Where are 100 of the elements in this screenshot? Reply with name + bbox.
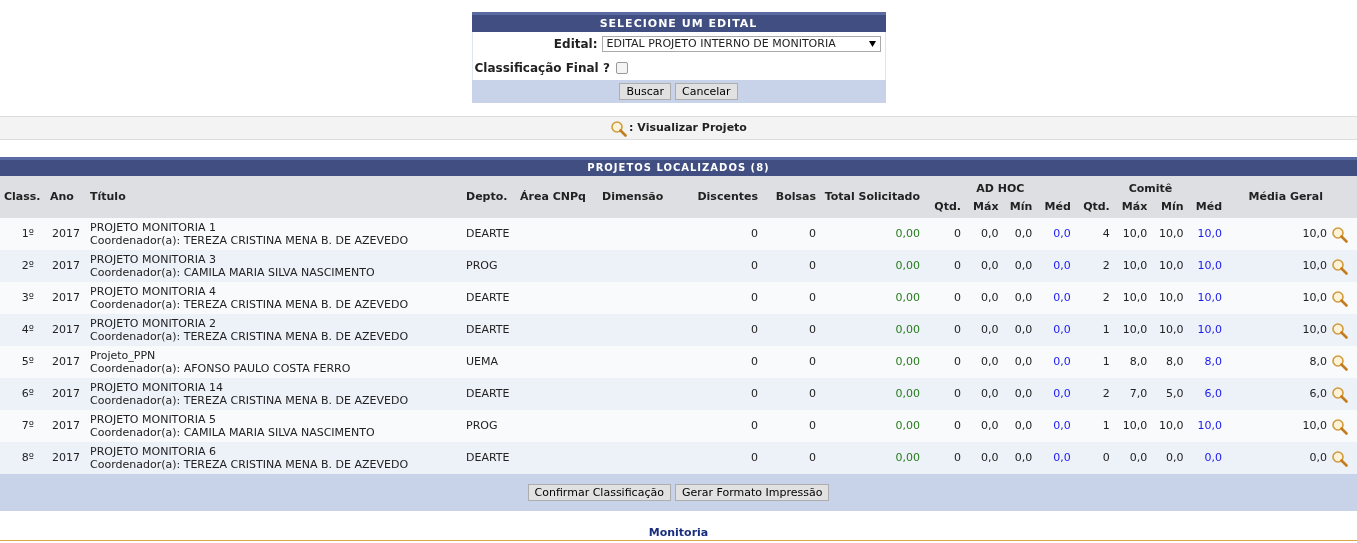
table-cell: 0 (751, 226, 758, 240)
table-cell: 0,0 (1166, 450, 1184, 464)
table-cell: 10,0 (1159, 258, 1184, 272)
table-cell: 10,0 (1197, 226, 1223, 240)
table-cell: 0 (954, 354, 961, 368)
table-cell: 0 (751, 386, 758, 400)
table-cell: 2017 (52, 258, 80, 272)
table-cell: 0,0 (1053, 258, 1071, 272)
table-cell: PROG (466, 258, 498, 272)
action-button[interactable]: Confirmar Classificação (527, 484, 671, 501)
table-cell: 0 (809, 258, 816, 272)
table-title: PROJETOS LOCALIZADOS (8) (0, 157, 1357, 176)
table-cell: 0 (751, 258, 758, 272)
table-cell: 2017 (52, 290, 80, 304)
table-cell: 0,0 (1014, 386, 1033, 400)
table-cell: 8,0 (1129, 354, 1148, 368)
coordinator-text: Coordenador(a): TEREZA CRISTINA MENA B. DE AZEVEDO (90, 330, 410, 343)
table-cell: 2 (1102, 290, 1110, 304)
table-cell: 0 (809, 290, 816, 304)
coordinator-text: Coordenador(a): TEREZA CRISTINA MENA B. DE AZEVEDO (90, 234, 410, 247)
table-cell: 0,0 (1309, 450, 1327, 464)
table-cell: 0 (751, 290, 758, 304)
table-cell: 0 (751, 354, 758, 368)
magnifier-icon[interactable] (1331, 417, 1348, 435)
magnifier-icon[interactable] (1331, 225, 1348, 243)
column-header: Máx (973, 200, 999, 214)
table-cell: 10,0 (1122, 226, 1148, 240)
table-cell: DEARTE (466, 322, 510, 336)
legend-magnifier-icon (610, 119, 628, 137)
table-cell: UEMA (466, 354, 499, 368)
table-cell: 0,0 (1053, 354, 1071, 368)
table-cell: 4º (21, 322, 34, 336)
table-cell: 2017 (52, 354, 80, 368)
table-cell: 10,0 (1159, 322, 1184, 336)
table-cell: 0 (954, 450, 961, 464)
magnifier-icon[interactable] (1331, 289, 1348, 307)
table-cell: 10,0 (1122, 258, 1148, 272)
project-title: PROJETO MONITORIA 1 (90, 221, 217, 234)
table-cell: 10,0 (1197, 418, 1223, 432)
table-cell: 10,0 (1122, 418, 1148, 432)
table-cell: 2017 (52, 322, 80, 336)
magnifier-icon[interactable] (1331, 385, 1348, 403)
magnifier-icon[interactable] (1331, 449, 1348, 467)
table-cell: 1 (1102, 418, 1110, 432)
table-cell: 0,00 (895, 386, 920, 400)
project-title: Projeto_PPN (90, 349, 157, 362)
action-button[interactable]: Gerar Formato Impressão (674, 484, 830, 501)
table-cell: 0,0 (1204, 450, 1223, 464)
table-cell: 10,0 (1122, 290, 1148, 304)
column-header: Dimensão (602, 189, 664, 203)
table-cell: 3º (21, 290, 34, 304)
table-cell: 0,0 (1014, 322, 1033, 336)
table-cell: 6,0 (1309, 386, 1327, 400)
table-cell: 0,00 (895, 290, 920, 304)
table-cell: 2017 (52, 226, 80, 240)
magnifier-icon[interactable] (1331, 257, 1348, 275)
table-cell: 6º (21, 386, 34, 400)
table-cell: 6,0 (1204, 386, 1223, 400)
table-cell: 0,0 (1014, 418, 1033, 432)
magnifier-icon[interactable] (1331, 353, 1348, 371)
table-cell: 0 (954, 226, 961, 240)
footer-link[interactable]: Monitoria (648, 526, 709, 540)
table-cell: 2º (21, 258, 34, 272)
form-button[interactable]: Buscar (619, 83, 671, 100)
table-cell: 0,0 (1014, 258, 1033, 272)
form-button[interactable]: Cancelar (675, 83, 738, 100)
magnifier-icon[interactable] (1331, 321, 1348, 339)
table-cell: 0 (954, 258, 961, 272)
final-checkbox[interactable] (615, 62, 628, 74)
table-cell: 5,0 (1166, 386, 1184, 400)
table-cell: 0 (751, 450, 758, 464)
table-cell: 8,0 (1204, 354, 1223, 368)
table-cell: 0,0 (981, 226, 999, 240)
table-cell: 0,0 (1014, 354, 1033, 368)
table-cell: 0 (954, 386, 961, 400)
column-header: Méd (1195, 200, 1223, 214)
table-cell: 0,0 (981, 418, 999, 432)
project-title: PROJETO MONITORIA 4 (90, 285, 217, 298)
table-cell: 0 (809, 450, 816, 464)
table-cell: 2 (1102, 386, 1110, 400)
project-title: PROJETO MONITORIA 5 (90, 413, 217, 426)
group-header: Comitê (1128, 181, 1173, 195)
table-cell: 0 (1102, 450, 1110, 464)
table-cell: 0,00 (895, 450, 920, 464)
table-cell: 0,0 (981, 354, 999, 368)
column-header: Título (90, 189, 126, 203)
legend-text: : Visualizar Projeto (629, 119, 747, 136)
table-cell: 8,0 (1166, 354, 1184, 368)
table-cell: 10,0 (1159, 226, 1184, 240)
field-label: Classificação Final ? (474, 60, 610, 77)
table-cell: 0 (809, 226, 816, 240)
table-cell: 0,0 (1053, 322, 1071, 336)
table-cell: 8,0 (1309, 354, 1327, 368)
table-cell: 10,0 (1197, 290, 1223, 304)
table-cell: 0,0 (1053, 290, 1071, 304)
table-cell: 0,0 (1053, 418, 1071, 432)
table-cell: DEARTE (466, 386, 510, 400)
table-cell: 10,0 (1302, 418, 1327, 432)
coordinator-text: Coordenador(a): TEREZA CRISTINA MENA B. DE AZEVEDO (90, 458, 410, 471)
edital-select[interactable]: EDITAL PROJETO INTERNO DE MONITORIA (601, 36, 881, 52)
